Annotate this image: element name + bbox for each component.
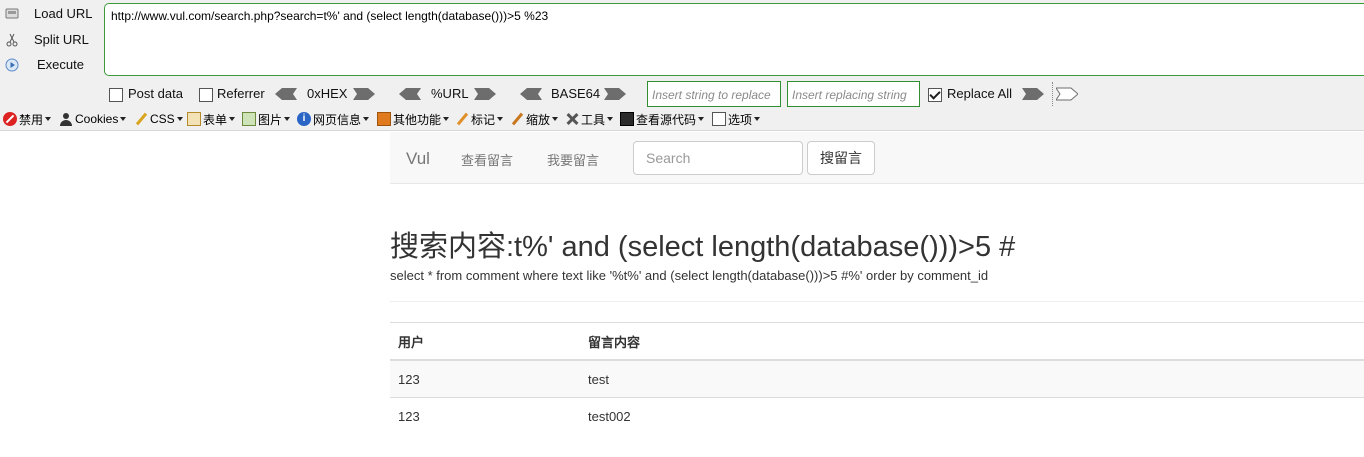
image-icon — [242, 112, 256, 126]
chevron-down-icon — [120, 117, 127, 121]
scissors-icon — [6, 33, 18, 47]
split-url-button[interactable]: Split URL — [0, 29, 100, 51]
menu-view-source[interactable]: 查看源代码 — [620, 111, 705, 127]
source-icon — [620, 112, 634, 126]
menu-misc-label: 其他功能 — [393, 112, 442, 127]
chevron-down-icon — [176, 117, 183, 121]
menu-tools[interactable]: 工具 — [565, 111, 614, 127]
post-data-label: Post data — [128, 86, 183, 101]
menu-cookies-label: Cookies — [75, 112, 119, 126]
execute-button[interactable]: Execute — [0, 54, 100, 76]
chevron-down-icon — [754, 117, 761, 121]
menu-images-label: 图片 — [258, 112, 283, 127]
split-url-label: Split URL — [34, 32, 89, 47]
load-url-button[interactable]: Load URL — [0, 3, 100, 25]
nav-view-messages[interactable]: 查看留言 — [461, 150, 513, 169]
execute-label: Execute — [37, 57, 84, 72]
replacing-string-input[interactable]: Insert replacing string — [787, 81, 920, 107]
menu-css-label: CSS — [150, 112, 175, 126]
menu-outline[interactable]: 标记 — [455, 111, 504, 127]
menu-options-label: 选项 — [728, 112, 753, 127]
menu-disable-label: 禁用 — [19, 112, 44, 127]
hex-encode-arrow-icon[interactable] — [353, 87, 375, 101]
chevron-down-icon — [45, 117, 52, 121]
resize-icon — [510, 112, 524, 126]
replace-all-checkbox[interactable] — [928, 88, 942, 102]
chevron-down-icon — [363, 117, 370, 121]
user-icon — [59, 112, 73, 126]
search-button[interactable]: 搜留言 — [807, 141, 875, 175]
info-icon: i — [297, 112, 311, 126]
disable-icon — [3, 112, 17, 126]
tools-icon — [565, 112, 579, 126]
chevron-down-icon — [698, 117, 705, 121]
chevron-down-icon — [443, 117, 450, 121]
site-navbar: Vul 查看留言 我要留言 Search 搜留言 — [390, 132, 1364, 184]
column-header-user: 用户 — [390, 322, 580, 361]
replace-string-input[interactable]: Insert string to replace — [647, 81, 781, 107]
divider — [390, 301, 1364, 302]
menu-images[interactable]: 图片 — [242, 111, 291, 127]
menu-resize-label: 缩放 — [526, 112, 551, 127]
chevron-down-icon — [552, 117, 559, 121]
hackbar-panel: Load URL Split URL Execute http://www.vu… — [0, 0, 1364, 108]
toolbar-separator — [1052, 82, 1053, 106]
urlenc-label: %URL — [431, 86, 469, 101]
pencil-icon — [455, 112, 469, 126]
search-input[interactable]: Search — [633, 141, 803, 175]
menu-misc[interactable]: 其他功能 — [377, 111, 450, 127]
menu-page-info-label: 网页信息 — [313, 112, 362, 127]
table-header-row: 用户 留言内容 — [390, 322, 1364, 361]
menu-resize[interactable]: 缩放 — [510, 111, 559, 127]
url-decode-arrow-icon[interactable] — [399, 87, 421, 101]
replace-arrow-icon[interactable] — [1022, 87, 1044, 101]
menu-options[interactable]: 选项 — [712, 111, 761, 127]
form-icon — [187, 112, 201, 126]
brand-link[interactable]: Vul — [406, 149, 430, 169]
hex-label: 0xHEX — [307, 86, 348, 101]
replace-next-arrow-icon[interactable] — [1056, 87, 1078, 101]
menu-page-info[interactable]: i 网页信息 — [297, 111, 370, 127]
nav-post-message[interactable]: 我要留言 — [547, 150, 599, 169]
table-row: 123 test002 — [390, 397, 1364, 434]
menu-cookies[interactable]: Cookies — [59, 111, 127, 127]
misc-icon — [377, 112, 391, 126]
post-data-checkbox[interactable] — [109, 88, 123, 102]
table-row: 123 test — [390, 359, 1364, 398]
chevron-down-icon — [229, 117, 236, 121]
menu-css[interactable]: CSS — [134, 111, 183, 127]
load-url-icon — [5, 8, 19, 19]
menu-tools-label: 工具 — [581, 112, 606, 127]
menu-disable[interactable]: 禁用 — [3, 111, 52, 127]
comments-table: 用户 留言内容 123 test 123 test002 — [390, 322, 1364, 434]
chevron-down-icon — [284, 117, 291, 121]
sql-query-text: select * from comment where text like '%… — [390, 268, 989, 283]
referrer-label: Referrer — [217, 86, 265, 101]
referrer-checkbox[interactable] — [199, 88, 213, 102]
execute-icon — [5, 58, 19, 72]
menu-view-source-label: 查看源代码 — [636, 112, 697, 127]
base64-decode-arrow-icon[interactable] — [520, 87, 542, 101]
page-title: 搜索内容:t%' and (select length(database()))… — [390, 231, 1016, 263]
url-textarea[interactable]: http://www.vul.com/search.php?search=t%'… — [104, 3, 1364, 76]
chevron-down-icon — [497, 117, 504, 121]
cell-user: 123 — [390, 397, 580, 434]
menu-outline-label: 标记 — [471, 112, 496, 127]
column-header-content: 留言内容 — [580, 322, 1364, 361]
cell-content: test — [580, 359, 1364, 398]
base64-encode-arrow-icon[interactable] — [604, 87, 626, 101]
url-encode-arrow-icon[interactable] — [474, 87, 496, 101]
options-icon — [712, 112, 726, 126]
cell-content: test002 — [580, 397, 1364, 434]
pencil-icon — [134, 112, 148, 126]
chevron-down-icon — [607, 117, 614, 121]
menu-forms-label: 表单 — [203, 112, 228, 127]
cell-user: 123 — [390, 359, 580, 398]
base64-label: BASE64 — [551, 86, 601, 101]
hex-decode-arrow-icon[interactable] — [275, 87, 297, 101]
load-url-label: Load URL — [34, 6, 93, 21]
menu-forms[interactable]: 表单 — [187, 111, 236, 127]
web-developer-toolbar: 禁用 Cookies CSS 表单 图片 i 网页信息 其他功能 标记 缩放 工… — [0, 108, 1364, 131]
replace-all-label: Replace All — [947, 86, 1013, 101]
